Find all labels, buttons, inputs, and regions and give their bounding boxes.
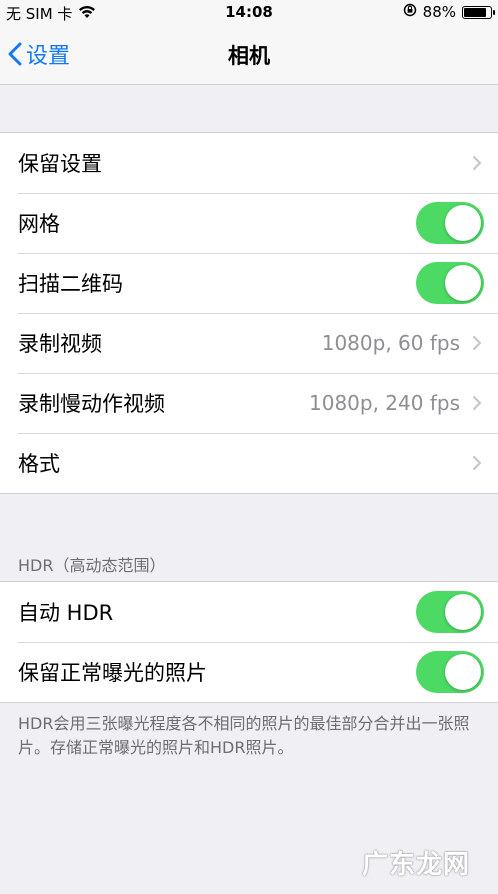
chevron-right-icon — [472, 335, 482, 351]
row-label: 保留正常曝光的照片 — [18, 661, 207, 685]
row-formats[interactable]: 格式 — [0, 433, 498, 493]
row-label: 网格 — [18, 212, 60, 236]
grid-toggle[interactable] — [416, 202, 484, 244]
camera-settings-group: 保留设置 网格 扫描二维码 录制视频 1080p, 60 fps 录制慢动作视频… — [0, 132, 498, 494]
scan-qr-toggle[interactable] — [416, 262, 484, 304]
row-preserve-settings[interactable]: 保留设置 — [0, 133, 498, 193]
row-label: 录制慢动作视频 — [18, 392, 165, 416]
hdr-settings-group: 自动 HDR 保留正常曝光的照片 — [0, 581, 498, 703]
auto-hdr-toggle[interactable] — [416, 591, 484, 633]
keep-normal-photo-toggle[interactable] — [416, 651, 484, 693]
toggle-knob — [445, 205, 481, 241]
page-title: 相机 — [228, 44, 270, 68]
row-label: 自动 HDR — [18, 601, 114, 625]
row-value: 1080p, 60 fps — [321, 331, 460, 355]
battery-percent: 88% — [422, 3, 456, 21]
row-auto-hdr: 自动 HDR — [0, 582, 498, 642]
chevron-right-icon — [472, 455, 482, 471]
toggle-knob — [445, 265, 481, 301]
chevron-right-icon — [472, 155, 482, 171]
row-keep-normal-photo: 保留正常曝光的照片 — [0, 642, 498, 702]
row-record-video[interactable]: 录制视频 1080p, 60 fps — [0, 313, 498, 373]
hdr-section-header: HDR（高动态范围） — [18, 556, 166, 575]
battery-icon — [462, 5, 495, 19]
orientation-lock-icon — [403, 3, 417, 21]
toggle-knob — [445, 654, 481, 690]
toggle-knob — [445, 594, 481, 630]
row-label: 录制视频 — [18, 332, 102, 356]
row-label: 保留设置 — [18, 152, 102, 176]
battery-fill — [464, 7, 486, 17]
row-grid: 网格 — [0, 193, 498, 253]
row-label: 格式 — [18, 452, 60, 476]
row-scan-qr: 扫描二维码 — [0, 253, 498, 313]
chevron-right-icon — [472, 395, 482, 411]
row-value: 1080p, 240 fps — [309, 391, 460, 415]
status-right: 88% — [403, 3, 495, 21]
navigation-bar: 设置 相机 — [0, 26, 498, 85]
watermark-logo: 广东龙网 — [362, 850, 471, 880]
status-bar: 无 SIM 卡 14:08 88% — [0, 0, 498, 26]
hdr-footer-note: HDR会用三张曝光程度各不相同的照片的最佳部分合并出一张照片。存储正常曝光的照片… — [18, 714, 470, 757]
row-label: 扫描二维码 — [18, 272, 123, 296]
row-record-slomo[interactable]: 录制慢动作视频 1080p, 240 fps — [0, 373, 498, 433]
